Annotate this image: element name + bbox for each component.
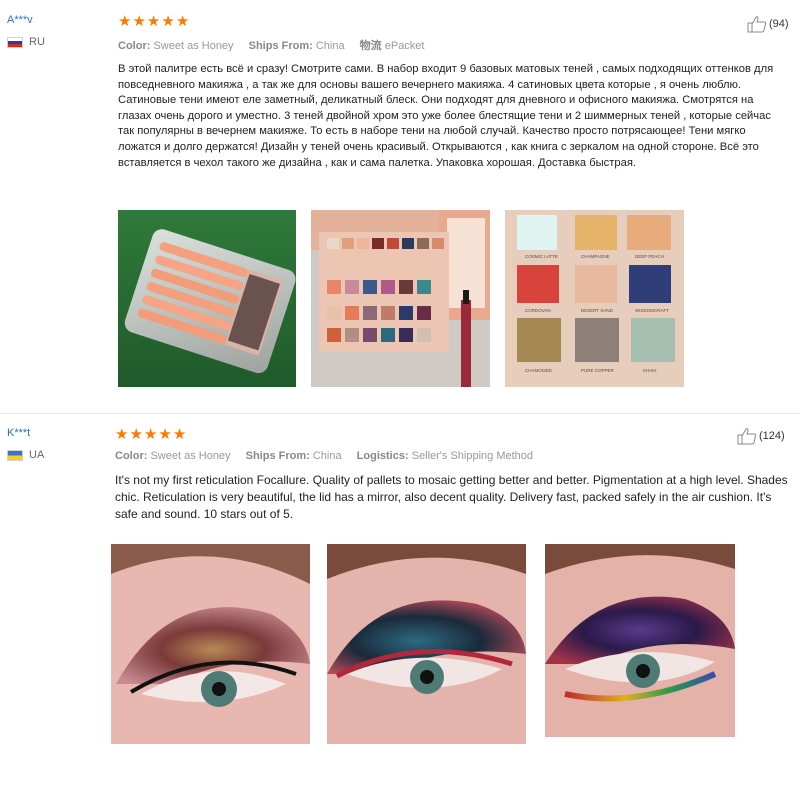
star-icon: ★ [115, 426, 129, 443]
shade-label: CORDOVAN [525, 308, 551, 313]
reviewer-name[interactable]: A***v [7, 14, 45, 26]
russia-flag-icon [7, 36, 23, 48]
country-code: UA [29, 449, 45, 461]
star-rating: ★ ★ ★ ★ ★ [118, 14, 788, 29]
helpful-button[interactable]: (124) [737, 427, 785, 445]
reviewer-name[interactable]: K***t [7, 427, 44, 439]
star-icon: ★ [172, 426, 187, 443]
review-text: В этой палитре есть всё и сразу! Смотрит… [118, 63, 774, 169]
star-icon: ★ [158, 426, 172, 443]
review-photo[interactable] [111, 544, 310, 744]
country-code: RU [29, 36, 45, 48]
palette-closeup-image: COSMIC LATTE CHAMPAGNE DEEP PEACH CORDOV… [505, 210, 684, 387]
color-value: Sweet as Honey [150, 450, 231, 462]
review-item: A***v RU ★ ★ ★ ★ ★ Color: Sweet as Honey… [0, 0, 800, 400]
logistics-value: Seller's Shipping Method [411, 450, 534, 462]
shade-label: CHAMOISEE [525, 368, 552, 373]
reviewer-country: UA [7, 449, 44, 461]
ukraine-flag-icon [7, 449, 23, 461]
review-photo[interactable] [545, 544, 735, 737]
shade-label: DESERT SAND [581, 308, 614, 313]
review-photo[interactable] [311, 210, 490, 387]
ships-from-label: Ships From: [248, 40, 313, 52]
star-icon: ★ [129, 426, 143, 443]
palette-open-image [311, 210, 490, 387]
review-photo[interactable] [118, 210, 296, 387]
eye-makeup-image [327, 544, 526, 744]
shade-label: WISDOMCRAFT [635, 308, 669, 313]
logistics-value: ePacket [384, 40, 425, 52]
review-text: It's not my first reticulation Focallure… [115, 473, 788, 521]
reviewer-info: K***t UA [7, 427, 44, 461]
eye-makeup-image [111, 544, 310, 744]
reviewer-info: A***v RU [7, 14, 45, 48]
helpful-button[interactable]: (94) [747, 15, 789, 33]
review-content: ★ ★ ★ ★ ★ Color: Sweet as Honey Ships Fr… [115, 427, 790, 523]
shade-label: CHAMPAGNE [581, 254, 610, 259]
shade-label: KHAKI [643, 368, 657, 373]
review-content: ★ ★ ★ ★ ★ Color: Sweet as Honey Ships Fr… [118, 14, 788, 171]
ships-from-value: China [312, 450, 342, 462]
color-value: Sweet as Honey [153, 40, 234, 52]
review-photo[interactable]: COSMIC LATTE CHAMPAGNE DEEP PEACH CORDOV… [505, 210, 684, 387]
brush-packaging-image [118, 210, 296, 387]
shade-label: COSMIC LATTE [525, 254, 558, 259]
ships-from-value: China [315, 40, 345, 52]
reviewer-country: RU [7, 36, 45, 48]
color-label: Color: [115, 450, 148, 462]
shade-label: DEEP PEACH [635, 254, 664, 259]
star-icon: ★ [118, 13, 132, 30]
logistics-label: 物流 [359, 40, 382, 52]
logistics-label: Logistics: [356, 450, 409, 462]
star-icon: ★ [132, 13, 146, 30]
star-icon: ★ [143, 426, 158, 443]
star-icon: ★ [175, 13, 190, 30]
thumbs-up-icon [737, 428, 757, 445]
thumbs-up-icon [747, 16, 767, 33]
eye-makeup-image [545, 544, 735, 737]
star-icon: ★ [146, 13, 161, 30]
shade-label: PURE COPPER [581, 368, 615, 373]
review-item: K***t UA ★ ★ ★ ★ ★ Color: Sweet as Honey… [0, 413, 800, 800]
star-icon: ★ [161, 13, 175, 30]
ships-from-label: Ships From: [245, 450, 310, 462]
order-info: Color: Sweet as Honey Ships From: China … [118, 37, 788, 53]
review-photo[interactable] [327, 544, 526, 744]
color-label: Color: [118, 40, 151, 52]
order-info: Color: Sweet as Honey Ships From: China … [115, 450, 790, 462]
star-rating: ★ ★ ★ ★ ★ [115, 427, 790, 442]
helpful-count: (124) [759, 430, 785, 442]
helpful-count: (94) [769, 18, 789, 30]
